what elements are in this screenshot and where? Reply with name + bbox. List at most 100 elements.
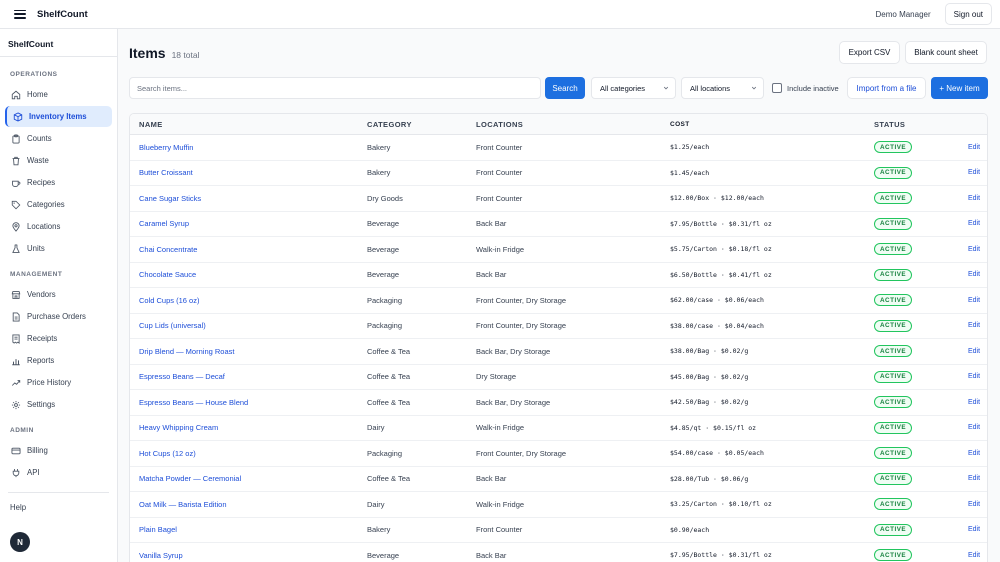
edit-link[interactable]: Edit bbox=[968, 220, 980, 227]
item-name-link[interactable]: Chocolate Sauce bbox=[139, 270, 196, 279]
item-cost: $54.00/case · $0.05/each bbox=[670, 449, 764, 458]
item-name-link[interactable]: Butter Croissant bbox=[139, 168, 193, 177]
sidebar-item-vendors[interactable]: Vendors bbox=[5, 284, 112, 305]
status-badge: ACTIVE bbox=[874, 345, 913, 358]
sidebar-item-units[interactable]: Units bbox=[5, 238, 112, 259]
item-category: Beverage bbox=[367, 270, 400, 280]
status-badge: ACTIVE bbox=[874, 498, 913, 511]
edit-link[interactable]: Edit bbox=[968, 169, 980, 176]
item-locations: Front Counter, Dry Storage bbox=[476, 321, 567, 331]
sidebar-item-purchase-orders[interactable]: Purchase Orders bbox=[5, 306, 112, 327]
item-name-link[interactable]: Chai Concentrate bbox=[139, 245, 197, 254]
menu-icon[interactable] bbox=[13, 8, 27, 20]
sidebar-item-billing[interactable]: Billing bbox=[5, 440, 112, 461]
item-name-link[interactable]: Hot Cups (12 oz) bbox=[139, 449, 196, 458]
sidebar-item-locations[interactable]: Locations bbox=[5, 216, 112, 237]
item-name-link[interactable]: Plain Bagel bbox=[139, 525, 177, 534]
item-cost: $7.95/Bottle · $0.31/fl oz bbox=[670, 551, 772, 560]
item-count: 18 total bbox=[171, 50, 200, 60]
edit-link[interactable]: Edit bbox=[968, 348, 980, 355]
item-name-link[interactable]: Cane Sugar Sticks bbox=[139, 194, 201, 203]
status-badge: ACTIVE bbox=[874, 268, 913, 281]
sidebar-item-categories[interactable]: Categories bbox=[5, 194, 112, 215]
import-file-button[interactable]: Import from a file bbox=[847, 77, 926, 99]
item-locations: Back Bar, Dry Storage bbox=[476, 397, 551, 407]
new-item-button[interactable]: + New item bbox=[931, 77, 988, 99]
item-locations: Back Bar bbox=[476, 270, 507, 280]
category-select[interactable]: All categories bbox=[591, 77, 676, 99]
item-category: Coffee & Tea bbox=[367, 397, 411, 407]
table-row: Chai Concentrate Beverage Walk-in Fridge… bbox=[130, 237, 987, 263]
table-row: Espresso Beans — Decaf Coffee & Tea Dry … bbox=[130, 365, 987, 390]
item-name-link[interactable]: Oat Milk — Barista Edition bbox=[139, 500, 227, 509]
table-row: Cane Sugar Sticks Dry Goods Front Counte… bbox=[130, 186, 987, 212]
sidebar-item-recipes[interactable]: Recipes bbox=[5, 172, 112, 193]
edit-link[interactable]: Edit bbox=[968, 373, 980, 380]
top-bar: ShelfCount Demo Manager Sign out bbox=[0, 0, 1000, 29]
column-header-name[interactable]: NAME bbox=[139, 120, 163, 129]
edit-link[interactable]: Edit bbox=[968, 526, 980, 533]
edit-link[interactable]: Edit bbox=[968, 195, 980, 202]
status-badge: ACTIVE bbox=[874, 166, 913, 179]
blank-count-sheet-button[interactable]: Blank count sheet bbox=[905, 41, 987, 64]
item-name-link[interactable]: Drip Blend — Morning Roast bbox=[139, 347, 234, 356]
item-category: Coffee & Tea bbox=[367, 372, 411, 382]
sign-out-button[interactable]: Sign out bbox=[944, 3, 992, 25]
sidebar-item-price-history[interactable]: Price History bbox=[5, 372, 112, 393]
location-select[interactable]: All locations bbox=[681, 77, 764, 99]
app-brand: ShelfCount bbox=[37, 8, 88, 20]
sidebar-item-home[interactable]: Home bbox=[5, 84, 112, 105]
sidebar-item-label: Categories bbox=[27, 200, 65, 209]
page-title: Items bbox=[129, 45, 166, 61]
item-cost: $62.00/case · $0.06/each bbox=[670, 296, 764, 305]
edit-link[interactable]: Edit bbox=[968, 552, 980, 559]
edit-link[interactable]: Edit bbox=[968, 450, 980, 457]
item-cost: $4.85/qt · $0.15/fl oz bbox=[670, 423, 757, 432]
table-row: Cup Lids (universal) Packaging Front Cou… bbox=[130, 314, 987, 339]
sidebar-item-label: Inventory Items bbox=[29, 112, 87, 121]
item-category: Packaging bbox=[367, 321, 403, 331]
sidebar-item-receipts[interactable]: Receipts bbox=[5, 328, 112, 349]
sidebar-item-reports[interactable]: Reports bbox=[5, 350, 112, 371]
item-category: Beverage bbox=[367, 219, 400, 229]
column-header-category[interactable]: CATEGORY bbox=[367, 120, 412, 129]
edit-link[interactable]: Edit bbox=[968, 475, 980, 482]
item-name-link[interactable]: Blueberry Muffin bbox=[139, 143, 193, 152]
sidebar-item-settings[interactable]: Settings bbox=[5, 394, 112, 415]
status-badge: ACTIVE bbox=[874, 243, 913, 256]
avatar[interactable]: N bbox=[10, 532, 30, 552]
status-badge: ACTIVE bbox=[874, 217, 913, 230]
column-header-locations[interactable]: LOCATIONS bbox=[476, 120, 523, 129]
search-input[interactable] bbox=[129, 77, 541, 99]
item-name-link[interactable]: Vanilla Syrup bbox=[139, 551, 183, 560]
sidebar-item-api[interactable]: API bbox=[5, 462, 112, 483]
table-row: Drip Blend — Morning Roast Coffee & Tea … bbox=[130, 339, 987, 365]
item-name-link[interactable]: Espresso Beans — House Blend bbox=[139, 398, 248, 407]
edit-link[interactable]: Edit bbox=[968, 424, 980, 431]
item-category: Packaging bbox=[367, 448, 403, 458]
edit-link[interactable]: Edit bbox=[968, 144, 980, 151]
item-category: Packaging bbox=[367, 295, 403, 305]
help-link[interactable]: Help bbox=[0, 493, 117, 512]
item-name-link[interactable]: Caramel Syrup bbox=[139, 219, 189, 228]
item-name-link[interactable]: Matcha Powder — Ceremonial bbox=[139, 474, 241, 483]
column-header-status[interactable]: STATUS bbox=[874, 120, 905, 129]
column-header-cost[interactable]: COST bbox=[670, 121, 690, 128]
item-name-link[interactable]: Cup Lids (universal) bbox=[139, 321, 206, 330]
sidebar-item-counts[interactable]: Counts bbox=[5, 128, 112, 149]
search-button[interactable]: Search bbox=[545, 77, 585, 99]
edit-link[interactable]: Edit bbox=[968, 322, 980, 329]
edit-link[interactable]: Edit bbox=[968, 297, 980, 304]
edit-link[interactable]: Edit bbox=[968, 246, 980, 253]
item-name-link[interactable]: Heavy Whipping Cream bbox=[139, 423, 218, 432]
edit-link[interactable]: Edit bbox=[968, 501, 980, 508]
cup-icon bbox=[11, 178, 21, 188]
export-csv-button[interactable]: Export CSV bbox=[839, 41, 900, 64]
edit-link[interactable]: Edit bbox=[968, 271, 980, 278]
edit-link[interactable]: Edit bbox=[968, 399, 980, 406]
item-name-link[interactable]: Cold Cups (16 oz) bbox=[139, 296, 199, 305]
sidebar-item-inventory-items[interactable]: Inventory Items bbox=[5, 106, 112, 127]
item-name-link[interactable]: Espresso Beans — Decaf bbox=[139, 372, 225, 381]
sidebar-item-waste[interactable]: Waste bbox=[5, 150, 112, 171]
include-inactive-checkbox[interactable] bbox=[772, 83, 782, 93]
